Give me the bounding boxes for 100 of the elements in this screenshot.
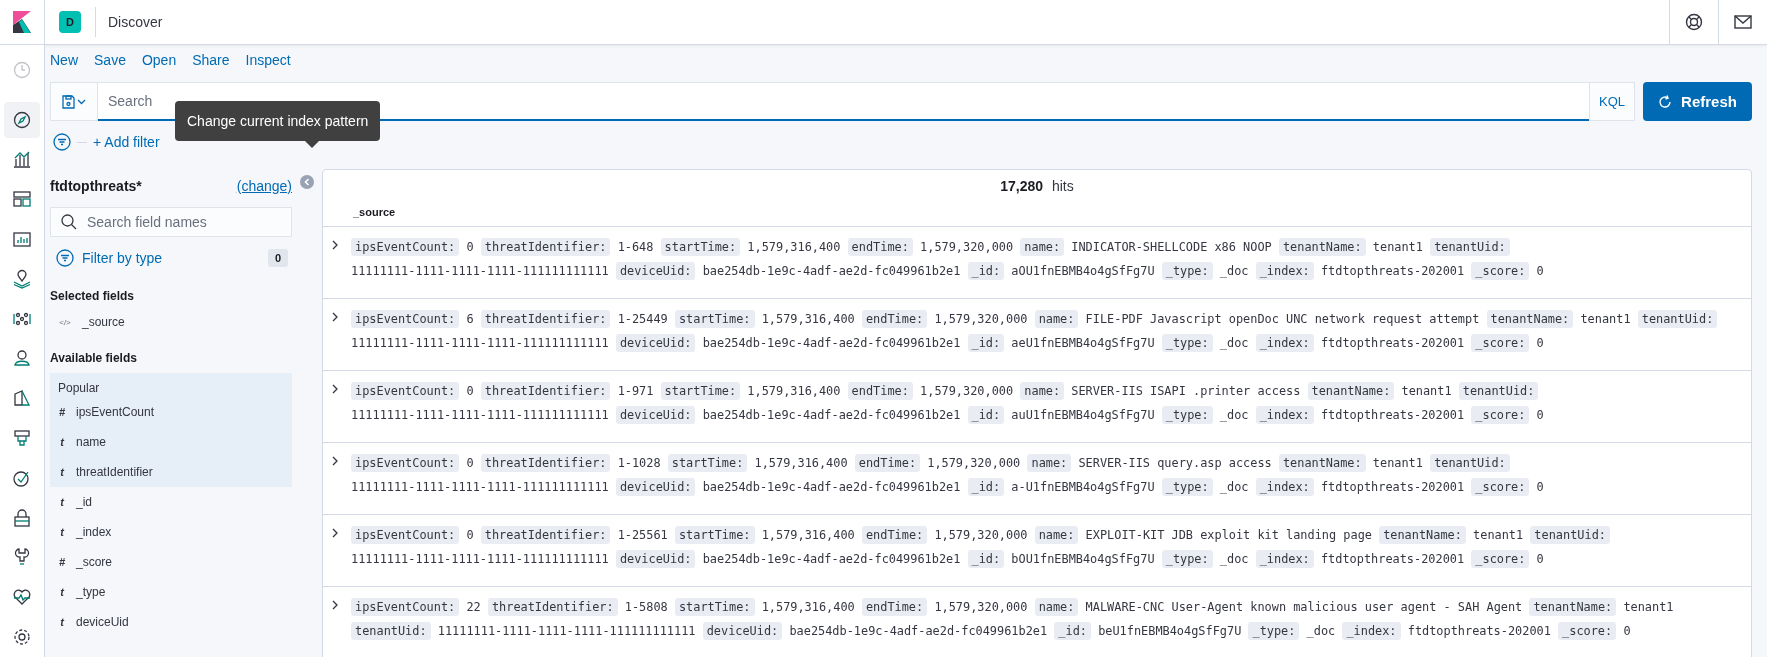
field-item[interactable]: t deviceUid — [50, 607, 292, 637]
field-key: threatIdentifier: — [480, 238, 611, 256]
field-value: _doc — [1219, 264, 1249, 278]
field-value: 1,579,320,000 — [934, 600, 1028, 614]
field-value: ftdtopthreats-202001 — [1320, 480, 1465, 494]
field-value: bae254db-1e9c-4adf-ae2d-fc049961b2e1 — [702, 336, 961, 350]
expand-chevron-icon[interactable] — [331, 455, 339, 467]
field-item[interactable]: t threatIdentifier — [50, 457, 292, 487]
field-value: bae254db-1e9c-4adf-ae2d-fc049961b2e1 — [789, 624, 1048, 638]
column-header: _source — [353, 206, 396, 218]
field-key: _type: — [1161, 406, 1213, 424]
field-key: _id: — [967, 406, 1005, 424]
field-key: ipsEventCount: — [351, 382, 460, 400]
field-item[interactable]: t _index — [50, 517, 292, 547]
field-value: 0 — [466, 528, 474, 542]
field-value: 0 — [466, 456, 474, 470]
filter-by-type-button[interactable]: Filter by type — [50, 249, 163, 267]
field-key: ipsEventCount: — [351, 598, 460, 616]
map-icon — [12, 268, 32, 289]
add-filter-link[interactable]: + Add filter — [93, 134, 160, 150]
field-key: endTime: — [847, 382, 913, 400]
field-key: deviceUid: — [615, 262, 696, 280]
field-key: endTime: — [847, 238, 913, 256]
field-value: 1-971 — [617, 384, 654, 398]
field-key: deviceUid: — [615, 334, 696, 352]
field-value: 11111111-1111-1111-1111-111111111111 — [351, 336, 609, 350]
field-key: threatIdentifier: — [480, 526, 611, 544]
menu-link[interactable]: Inspect — [245, 52, 291, 72]
field-key: endTime: — [854, 454, 921, 472]
field-key: _type: — [1161, 478, 1213, 496]
expand-chevron-icon[interactable] — [331, 383, 339, 395]
field-value: 1,579,320,000 — [927, 456, 1021, 470]
field-value: 11111111-1111-1111-1111-111111111111 — [351, 552, 609, 566]
refresh-button[interactable]: Refresh — [1643, 82, 1752, 121]
field-value: ftdtopthreats-202001 — [1320, 336, 1465, 350]
field-value: 1,579,316,400 — [761, 312, 855, 326]
hits-label: hits — [1051, 178, 1074, 194]
field-value: bae254db-1e9c-4adf-ae2d-fc049961b2e1 — [702, 408, 961, 422]
field-key: name: — [1020, 382, 1065, 400]
expand-chevron-icon[interactable] — [331, 599, 339, 611]
field-value: 1,579,320,000 — [934, 528, 1028, 542]
gear-icon — [12, 627, 32, 648]
field-value: ftdtopthreats-202001 — [1320, 552, 1465, 566]
field-search-field[interactable]: Search field names — [50, 207, 292, 237]
field-key: tenantUid: — [1430, 238, 1510, 256]
field-value: _doc — [1219, 480, 1249, 494]
menu-link[interactable]: Open — [141, 52, 177, 72]
query-language-button[interactable]: KQL — [1589, 82, 1635, 121]
field-item[interactable]: # _score — [50, 547, 292, 577]
field-key: deviceUid: — [702, 622, 783, 640]
filter-icon[interactable] — [53, 133, 71, 151]
field-key: startTime: — [674, 526, 755, 544]
field-value: INDICATOR-SHELLCODE x86 NOOP — [1071, 240, 1272, 254]
change-link[interactable]: (change) — [236, 178, 292, 194]
menu-link[interactable]: Save — [94, 52, 126, 72]
field-key: endTime: — [861, 310, 928, 328]
logo-icon[interactable] — [13, 11, 31, 33]
field-key: startTime: — [674, 598, 755, 616]
field-value: 0 — [466, 240, 474, 254]
search-icon — [61, 214, 77, 230]
expand-chevron-icon[interactable] — [331, 239, 339, 251]
field-value: 1,579,320,000 — [934, 312, 1028, 326]
mail-icon[interactable] — [1734, 15, 1752, 29]
field-item[interactable]: t name — [50, 427, 292, 457]
field-key: _id: — [967, 262, 1005, 280]
section-heading: Available fields — [50, 351, 138, 367]
field-value: MALWARE-CNC User-Agent known malicious user agent - SAH Agent — [1085, 600, 1523, 614]
field-key: _index: — [1255, 406, 1314, 424]
field-value: tenant1 — [1372, 456, 1423, 470]
field-key: tenantName: — [1529, 598, 1617, 616]
field-key: name: — [1034, 310, 1079, 328]
expand-chevron-icon[interactable] — [331, 527, 339, 539]
field-item[interactable]: t _type — [50, 577, 292, 607]
field-key: tenantUid: — [1458, 382, 1539, 400]
nav-item[interactable] — [4, 101, 40, 138]
saved-query-button[interactable] — [50, 82, 98, 121]
field-value: 11111111-1111-1111-1111-111111111111 — [351, 264, 609, 278]
space-badge[interactable]: D — [59, 11, 81, 33]
field-key: deviceUid: — [615, 406, 696, 424]
section-heading: Selected fields — [50, 289, 136, 305]
field-key: _type: — [1248, 622, 1300, 640]
field-value: _doc — [1306, 624, 1336, 638]
help-icon[interactable] — [1685, 13, 1703, 31]
wrench-icon — [12, 547, 32, 568]
field-key: _index: — [1342, 622, 1401, 640]
field-value: 1,579,316,400 — [754, 456, 848, 470]
field-search-input[interactable]: Search field names — [85, 213, 281, 231]
field-item[interactable]: </> _source — [50, 307, 292, 337]
field-key: _id: — [967, 334, 1005, 352]
menu-link[interactable]: New — [50, 52, 78, 72]
field-item[interactable]: t _id — [50, 487, 292, 517]
expand-chevron-icon[interactable] — [331, 311, 339, 323]
filter-icon — [56, 249, 74, 267]
field-value: 6 — [466, 312, 474, 326]
field-item[interactable]: # ipsEventCount — [50, 397, 292, 427]
menu-link[interactable]: Share — [192, 52, 230, 72]
field-key: _score: — [1471, 478, 1530, 496]
field-key: deviceUid: — [615, 550, 696, 568]
field-value: ftdtopthreats-202001 — [1407, 624, 1551, 638]
page-title: Discover — [108, 14, 163, 30]
